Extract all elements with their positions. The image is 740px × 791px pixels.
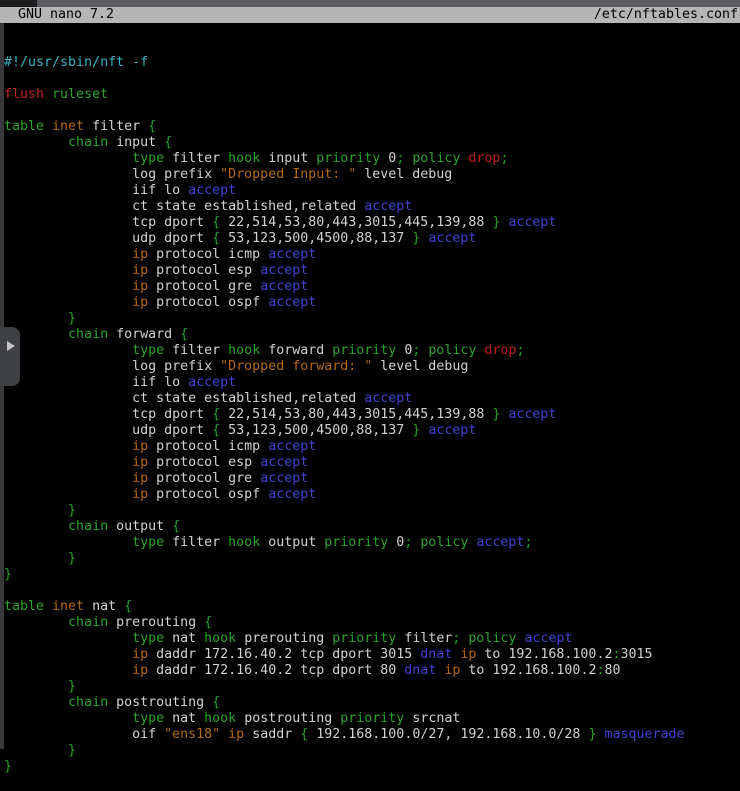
- code-line: }: [4, 759, 740, 775]
- code-line: }: [4, 503, 740, 519]
- code-line: }: [4, 311, 740, 327]
- code-line: udp dport { 53,123,500,4500,88,137 } acc…: [4, 231, 740, 247]
- code-line: ip protocol ospf accept: [4, 487, 740, 503]
- code-line: chain output {: [4, 519, 740, 535]
- code-line: tcp dport { 22,514,53,80,443,3015,445,13…: [4, 215, 740, 231]
- code-line: }: [4, 551, 740, 567]
- code-line: ct state established,related accept: [4, 199, 740, 215]
- code-line: ip protocol icmp accept: [4, 439, 740, 455]
- code-line: ip daddr 172.16.40.2 tcp dport 80 dnat i…: [4, 663, 740, 679]
- app-title: GNU nano 7.2: [2, 7, 114, 23]
- sidebar-toggle[interactable]: [0, 327, 20, 386]
- code-line: chain input {: [4, 135, 740, 151]
- file-path: /etc/nftables.conf: [594, 7, 738, 23]
- code-line: flush ruleset: [4, 87, 740, 103]
- code-line: table inet filter {: [4, 119, 740, 135]
- code-line: udp dport { 53,123,500,4500,88,137 } acc…: [4, 423, 740, 439]
- code-line: type nat hook postrouting priority srcna…: [4, 711, 740, 727]
- code-line: type filter hook output priority 0; poli…: [4, 535, 740, 551]
- code-line: ip protocol icmp accept: [4, 247, 740, 263]
- code-line: type filter hook input priority 0; polic…: [4, 151, 740, 167]
- code-line: chain prerouting {: [4, 615, 740, 631]
- code-line: type nat hook prerouting priority filter…: [4, 631, 740, 647]
- editor-content[interactable]: #!/usr/sbin/nft -f flush ruleset table ine…: [4, 23, 740, 749]
- code-line: log prefix "Dropped forward: " level deb…: [4, 359, 740, 375]
- code-line: }: [4, 567, 740, 583]
- code-line: iif lo accept: [4, 183, 740, 199]
- code-line: log prefix "Dropped Input: " level debug: [4, 167, 740, 183]
- code-line: ip protocol ospf accept: [4, 295, 740, 311]
- code-line: type filter hook forward priority 0; pol…: [4, 343, 740, 359]
- code-line: chain forward {: [4, 327, 740, 343]
- code-line: #!/usr/sbin/nft -f: [4, 55, 740, 71]
- code-line: ip daddr 172.16.40.2 tcp dport 3015 dnat…: [4, 647, 740, 663]
- code-line: ip protocol esp accept: [4, 455, 740, 471]
- nano-titlebar: GNU nano 7.2 /etc/nftables.conf: [0, 7, 740, 23]
- window-top-strip: [0, 0, 740, 7]
- code-line: }: [4, 679, 740, 695]
- code-line: ip protocol gre accept: [4, 279, 740, 295]
- code-line: [4, 583, 740, 599]
- code-line: ip protocol esp accept: [4, 263, 740, 279]
- code-line: iif lo accept: [4, 375, 740, 391]
- code-line: [4, 71, 740, 87]
- editor-lines: #!/usr/sbin/nft -f flush ruleset table ine…: [4, 55, 740, 775]
- code-line: }: [4, 743, 740, 759]
- code-line: [4, 103, 740, 119]
- code-line: chain postrouting {: [4, 695, 740, 711]
- code-line: ip protocol gre accept: [4, 471, 740, 487]
- expand-arrow-icon: [7, 341, 15, 351]
- window-top-notch: [0, 0, 37, 7]
- code-line: tcp dport { 22,514,53,80,443,3015,445,13…: [4, 407, 740, 423]
- code-line: table inet nat {: [4, 599, 740, 615]
- code-line: oif "ens18" ip saddr { 192.168.100.0/27,…: [4, 727, 740, 743]
- code-line: ct state established,related accept: [4, 391, 740, 407]
